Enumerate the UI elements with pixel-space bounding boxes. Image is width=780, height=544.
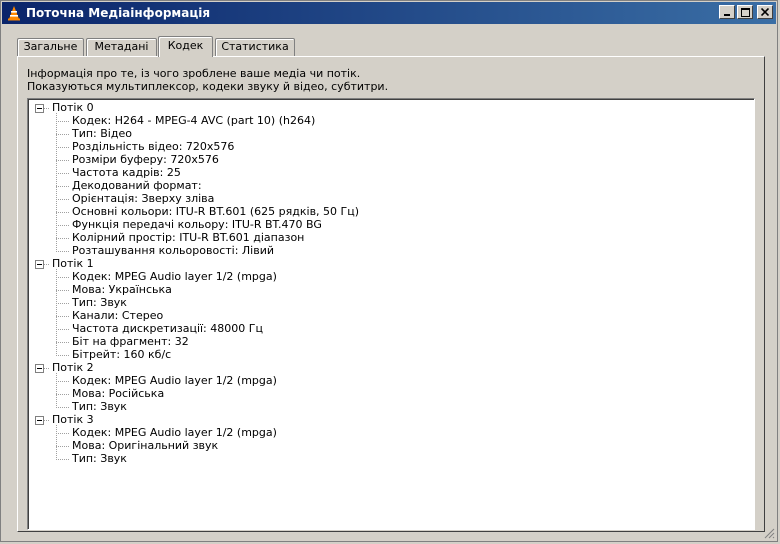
window-controls [719, 5, 773, 19]
tree-item[interactable]: Тип: Звук [72, 296, 127, 309]
tree-item[interactable]: Частота дискретизації: 48000 Гц [72, 322, 263, 335]
vlc-cone-icon [8, 6, 20, 21]
tab-general[interactable]: Загальне [17, 38, 84, 56]
close-button[interactable] [757, 5, 773, 19]
resize-grip-icon[interactable] [763, 527, 775, 539]
collapse-toggle-icon[interactable] [35, 364, 44, 373]
tree-item[interactable]: Тип: Відео [72, 127, 132, 140]
tree-stream-node[interactable]: Потік 1 [52, 257, 94, 270]
tree-item[interactable]: Колірний простір: ITU-R BT.601 діапазон [72, 231, 304, 244]
tree-item[interactable]: Тип: Звук [72, 400, 127, 413]
close-icon [761, 8, 769, 16]
tree-item[interactable]: Кодек: H264 - MPEG-4 AVC (part 10) (h264… [72, 114, 315, 127]
maximize-button[interactable] [737, 5, 753, 19]
codec-description: Інформація про те, із чого зроблене ваше… [27, 67, 388, 93]
tree-item[interactable]: Мова: Оригінальний звук [72, 439, 218, 452]
minimize-button[interactable] [719, 5, 735, 19]
description-line: Інформація про те, із чого зроблене ваше… [27, 67, 361, 80]
tree-item[interactable]: Функція передачі кольору: ITU-R BT.470 B… [72, 218, 322, 231]
codec-panel: Інформація про те, із чого зроблене ваше… [17, 56, 765, 532]
tree-item[interactable]: Тип: Звук [72, 452, 127, 465]
tree-item[interactable]: Біт на фрагмент: 32 [72, 335, 189, 348]
collapse-toggle-icon[interactable] [35, 104, 44, 113]
tree-item[interactable]: Кодек: MPEG Audio layer 1/2 (mpga) [72, 374, 277, 387]
collapse-toggle-icon[interactable] [35, 260, 44, 269]
tree-item[interactable]: Канали: Стерео [72, 309, 163, 322]
tab-statistics[interactable]: Статистика [215, 38, 295, 56]
tree-item[interactable]: Розміри буферу: 720x576 [72, 153, 219, 166]
tree-item[interactable]: Бітрейт: 160 кб/с [72, 348, 171, 361]
tree-item[interactable]: Кодек: MPEG Audio layer 1/2 (mpga) [72, 426, 277, 439]
codec-tree[interactable]: Потік 0 Кодек: H264 - MPEG-4 AVC (part 10… [27, 98, 755, 530]
tree-item[interactable]: Мова: Українська [72, 283, 172, 296]
tree-item[interactable]: Мова: Російська [72, 387, 164, 400]
window-title: Поточна Медіаінформація [26, 6, 211, 20]
tree-item[interactable]: Роздільність відео: 720x576 [72, 140, 234, 153]
tree-stream-node[interactable]: Потік 2 [52, 361, 94, 374]
description-line: Показуються мультиплексор, кодеки звуку … [27, 80, 389, 93]
tab-codec[interactable]: Кодек [158, 36, 213, 57]
tree-stream-node[interactable]: Потік 3 [52, 413, 94, 426]
title-bar[interactable]: Поточна Медіаінформація [2, 2, 776, 24]
media-info-window: Поточна Медіаінформація Загальне Метадан… [0, 0, 778, 542]
tree-item[interactable]: Розташування кольоровості: Лівий [72, 244, 274, 257]
tree-item[interactable]: Орієнтація: Зверху зліва [72, 192, 214, 205]
minimize-icon [724, 14, 730, 16]
collapse-toggle-icon[interactable] [35, 416, 44, 425]
tree-stream-node[interactable]: Потік 0 [52, 101, 94, 114]
tree-item[interactable]: Кодек: MPEG Audio layer 1/2 (mpga) [72, 270, 277, 283]
maximize-icon [740, 7, 750, 17]
tree-item[interactable]: Декодований формат: [72, 179, 202, 192]
tree-item[interactable]: Основні кольори: ITU-R BT.601 (625 рядкі… [72, 205, 359, 218]
tab-metadata[interactable]: Метадані [86, 38, 157, 56]
tree-item[interactable]: Частота кадрів: 25 [72, 166, 181, 179]
